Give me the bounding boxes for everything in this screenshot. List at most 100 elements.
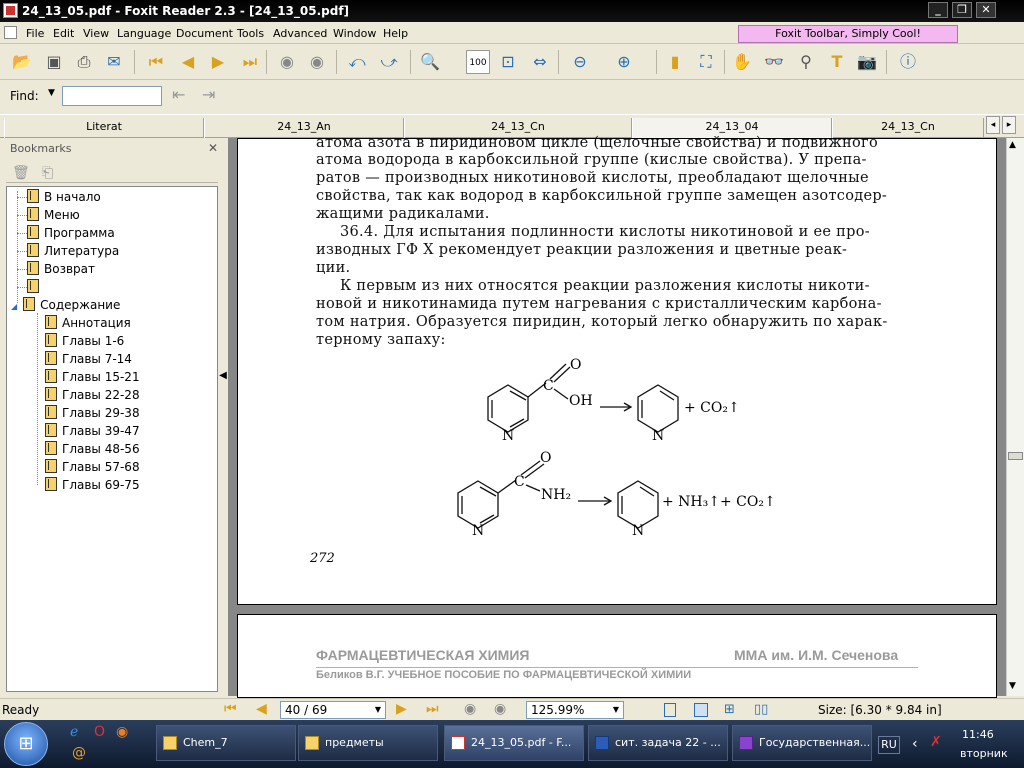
taskbar-item-foxit[interactable]: 24_13_05.pdf - F... bbox=[444, 725, 584, 761]
taskbar-item-word[interactable]: сит. задача 22 - ... bbox=[588, 725, 728, 761]
menu-tools[interactable]: Tools bbox=[237, 27, 264, 40]
binoculars-icon[interactable]: ⚲ bbox=[794, 50, 818, 74]
taskbar-item-browser[interactable]: Государственная... bbox=[732, 725, 872, 761]
find-options-icon[interactable]: ▼ bbox=[48, 88, 55, 98]
last-page-icon[interactable]: ⏭ bbox=[238, 50, 262, 74]
bookmark-item[interactable]: Программа bbox=[13, 225, 115, 240]
scroll-down-icon[interactable]: ▼ bbox=[1009, 681, 1016, 691]
continuous-facing-icon[interactable]: ▯▯ bbox=[754, 702, 768, 717]
bookmark-child[interactable]: Главы 39-47 bbox=[33, 423, 140, 438]
fullscreen-icon[interactable]: ⛶ bbox=[694, 50, 718, 74]
bookmark-item[interactable]: В начало bbox=[13, 189, 101, 204]
prev-page-icon[interactable]: ◀ bbox=[256, 701, 267, 717]
continuous-icon[interactable] bbox=[694, 703, 708, 717]
facing-icon[interactable]: ⊞ bbox=[724, 702, 735, 717]
prev-page-icon[interactable]: ◀ bbox=[176, 50, 200, 74]
first-page-icon[interactable]: ⏮ bbox=[144, 50, 168, 74]
menu-document[interactable]: Document bbox=[176, 27, 233, 40]
page-number-field[interactable]: 40 / 69 ▼ bbox=[280, 701, 386, 719]
zoom-field[interactable]: 125.99% ▼ bbox=[526, 701, 624, 719]
print-icon[interactable]: ⎙ bbox=[72, 50, 96, 74]
tab-literat[interactable]: Literat bbox=[4, 118, 204, 138]
nitrogen-label: N bbox=[632, 523, 644, 539]
vertical-scrollbar[interactable]: ▲ ▼ bbox=[1006, 138, 1024, 696]
mail-agent-icon[interactable]: @ bbox=[72, 745, 86, 761]
tab-scroll-left-icon[interactable]: ◂ bbox=[986, 116, 1000, 134]
bookmark-child[interactable]: Главы 29-38 bbox=[33, 405, 140, 420]
forward-icon[interactable]: ◉ bbox=[494, 701, 506, 717]
open-icon[interactable]: 📂 bbox=[10, 50, 34, 74]
snapshot-icon[interactable]: 📷 bbox=[855, 50, 879, 74]
bookmark-item[interactable]: Меню bbox=[13, 207, 80, 222]
close-panel-icon[interactable]: ✕ bbox=[208, 141, 218, 155]
network-icon[interactable]: ✗ bbox=[930, 734, 942, 750]
email-icon[interactable]: ✉ bbox=[102, 50, 126, 74]
text-select-icon[interactable]: T bbox=[825, 50, 849, 74]
opera-icon[interactable]: O bbox=[94, 724, 105, 740]
bookmark-child[interactable]: Главы 48-56 bbox=[33, 441, 140, 456]
rotate-left-icon[interactable]: ⤺ bbox=[345, 50, 369, 74]
taskbar-item-predmety[interactable]: предметы bbox=[298, 725, 438, 761]
menu-help[interactable]: Help bbox=[383, 27, 408, 40]
first-page-icon[interactable]: ⏮ bbox=[224, 701, 237, 717]
actual-size-icon[interactable]: 100 bbox=[466, 50, 490, 74]
bookmark-child[interactable]: Главы 15-21 bbox=[33, 369, 140, 384]
bookmark-child[interactable]: Главы 7-14 bbox=[33, 351, 132, 366]
app-icon bbox=[3, 3, 18, 18]
bookmark-item[interactable] bbox=[13, 279, 44, 294]
bookmark-item-contents[interactable]: ◢ Содержание bbox=[11, 297, 120, 312]
zoom-out-circle-icon[interactable]: ⊖ bbox=[568, 50, 592, 74]
maximize-button[interactable]: ❐ bbox=[952, 2, 972, 18]
next-page-icon[interactable]: ▶ bbox=[206, 50, 230, 74]
expand-arrow-icon[interactable]: ◢ bbox=[11, 302, 17, 311]
bookmark-item[interactable]: Литература bbox=[13, 243, 119, 258]
fit-width-icon[interactable]: ⇔ bbox=[528, 50, 552, 74]
bookmark-item[interactable]: Возврат bbox=[13, 261, 95, 276]
add-bookmark-icon[interactable]: ⎗ bbox=[42, 165, 53, 181]
start-button[interactable]: ⊞ bbox=[4, 722, 48, 766]
minimize-button[interactable]: _ bbox=[928, 2, 948, 18]
find-input[interactable] bbox=[62, 86, 162, 106]
info-icon[interactable]: ⓘ bbox=[896, 50, 920, 74]
bookmark-child[interactable]: Главы 22-28 bbox=[33, 387, 140, 402]
tray-expand-icon[interactable]: ‹ bbox=[912, 736, 918, 752]
fit-page-icon[interactable]: ⊡ bbox=[496, 50, 520, 74]
menu-edit[interactable]: Edit bbox=[53, 27, 74, 40]
back-icon[interactable]: ◉ bbox=[464, 701, 476, 717]
zoom-in-icon[interactable]: 🔍 bbox=[418, 50, 442, 74]
menu-language[interactable]: Language bbox=[117, 27, 171, 40]
clock-time[interactable]: 11:46 bbox=[962, 728, 994, 741]
menu-view[interactable]: View bbox=[83, 27, 109, 40]
firefox-icon[interactable]: ◉ bbox=[116, 724, 128, 740]
menu-window[interactable]: Window bbox=[333, 27, 376, 40]
bookmark-child[interactable]: Главы 57-68 bbox=[33, 459, 140, 474]
bookmark-child[interactable]: Главы 69-75 bbox=[33, 477, 140, 492]
menu-advanced[interactable]: Advanced bbox=[273, 27, 327, 40]
tab-scroll-right-icon[interactable]: ▸ bbox=[1002, 116, 1016, 134]
ie-icon[interactable]: ℯ bbox=[70, 724, 78, 740]
bookmark-panel-icon[interactable]: ▮ bbox=[663, 50, 687, 74]
find-next-icon[interactable]: ⇥ bbox=[202, 85, 215, 104]
next-page-icon[interactable]: ▶ bbox=[396, 701, 407, 717]
taskbar-item-chem7[interactable]: Chem_7 bbox=[156, 725, 296, 761]
bookmark-child[interactable]: Аннотация bbox=[33, 315, 131, 330]
menu-file[interactable]: File bbox=[26, 27, 44, 40]
close-button[interactable]: ✕ bbox=[976, 2, 996, 18]
single-page-icon[interactable] bbox=[664, 703, 676, 717]
forward-icon[interactable]: ◉ bbox=[305, 50, 329, 74]
scroll-up-icon[interactable]: ▲ bbox=[1009, 140, 1016, 150]
save-icon[interactable]: ▣ bbox=[42, 50, 66, 74]
foxit-toolbar-banner[interactable]: Foxit Toolbar, Simply Cool! bbox=[738, 25, 958, 43]
bookmark-child[interactable]: Главы 1-6 bbox=[33, 333, 124, 348]
last-page-icon[interactable]: ⏭ bbox=[426, 701, 439, 717]
language-indicator[interactable]: RU bbox=[878, 736, 900, 754]
scroll-thumb[interactable] bbox=[1008, 452, 1023, 460]
back-icon[interactable]: ◉ bbox=[275, 50, 299, 74]
delete-bookmark-icon[interactable]: 🗑 bbox=[12, 165, 30, 181]
rotate-right-icon[interactable]: ⤻ bbox=[377, 50, 401, 74]
find-prev-icon[interactable]: ⇤ bbox=[172, 85, 185, 104]
zoom-in-circle-icon[interactable]: ⊕ bbox=[612, 50, 636, 74]
hand-tool-icon[interactable]: ✋ bbox=[730, 50, 754, 74]
glasses-icon[interactable]: 👓 bbox=[762, 50, 786, 74]
collapse-panel-icon[interactable]: ◀ bbox=[218, 366, 228, 386]
